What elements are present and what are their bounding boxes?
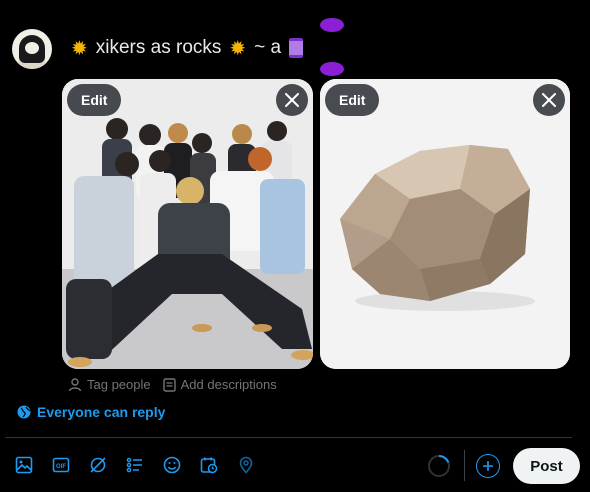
selection-handle-bottom[interactable] — [320, 62, 344, 76]
rock-photo — [320, 79, 570, 369]
avatar[interactable] — [12, 29, 52, 69]
globe-icon — [17, 405, 31, 419]
add-post-button[interactable] — [476, 454, 500, 478]
media-attachment-group-photo[interactable]: Edit — [62, 79, 313, 369]
gif-icon[interactable]: GIF — [50, 454, 72, 476]
composer-text-tail: ~ a — [254, 37, 282, 58]
close-icon[interactable] — [276, 84, 308, 116]
composer-toolbar: GIF — [13, 454, 257, 476]
post-button[interactable]: Post — [513, 448, 580, 484]
add-descriptions-button[interactable]: Add descriptions — [162, 377, 277, 392]
avatar-face — [25, 42, 39, 54]
character-count-ring — [428, 455, 450, 477]
divider — [5, 437, 572, 438]
reply-setting-label: Everyone can reply — [37, 404, 166, 420]
media-actions: Tag people Add descriptions — [68, 377, 277, 392]
plus-icon — [483, 461, 493, 471]
grok-icon[interactable] — [87, 454, 109, 476]
selection-handle-top[interactable] — [320, 18, 344, 32]
toolbar-separator — [464, 450, 465, 481]
location-icon[interactable] — [235, 454, 257, 476]
sun-emoji: ✹ — [229, 37, 247, 60]
image-icon[interactable] — [13, 454, 35, 476]
tag-people-button[interactable]: Tag people — [68, 377, 151, 392]
svg-text:GIF: GIF — [56, 464, 66, 470]
group-photo — [62, 79, 313, 369]
emoji-icon[interactable] — [161, 454, 183, 476]
document-icon — [162, 377, 176, 392]
edit-media-button[interactable]: Edit — [67, 84, 122, 116]
edit-media-button[interactable]: Edit — [325, 84, 380, 116]
composer-textarea[interactable]: ✹ xikers as rocks ✹ ~ a — [69, 34, 304, 62]
spool-emoji — [289, 38, 304, 58]
sun-emoji: ✹ — [71, 37, 88, 60]
poll-icon[interactable] — [124, 454, 146, 476]
schedule-icon[interactable] — [198, 454, 220, 476]
media-attachment-rock-photo[interactable]: Edit — [320, 79, 570, 369]
close-icon[interactable] — [533, 84, 565, 116]
composer-text-main: xikers as rocks — [95, 37, 222, 58]
reply-setting-button[interactable]: Everyone can reply — [17, 404, 165, 420]
tag-people-label: Tag people — [87, 377, 151, 392]
person-icon — [68, 377, 82, 391]
add-descriptions-label: Add descriptions — [180, 377, 277, 392]
